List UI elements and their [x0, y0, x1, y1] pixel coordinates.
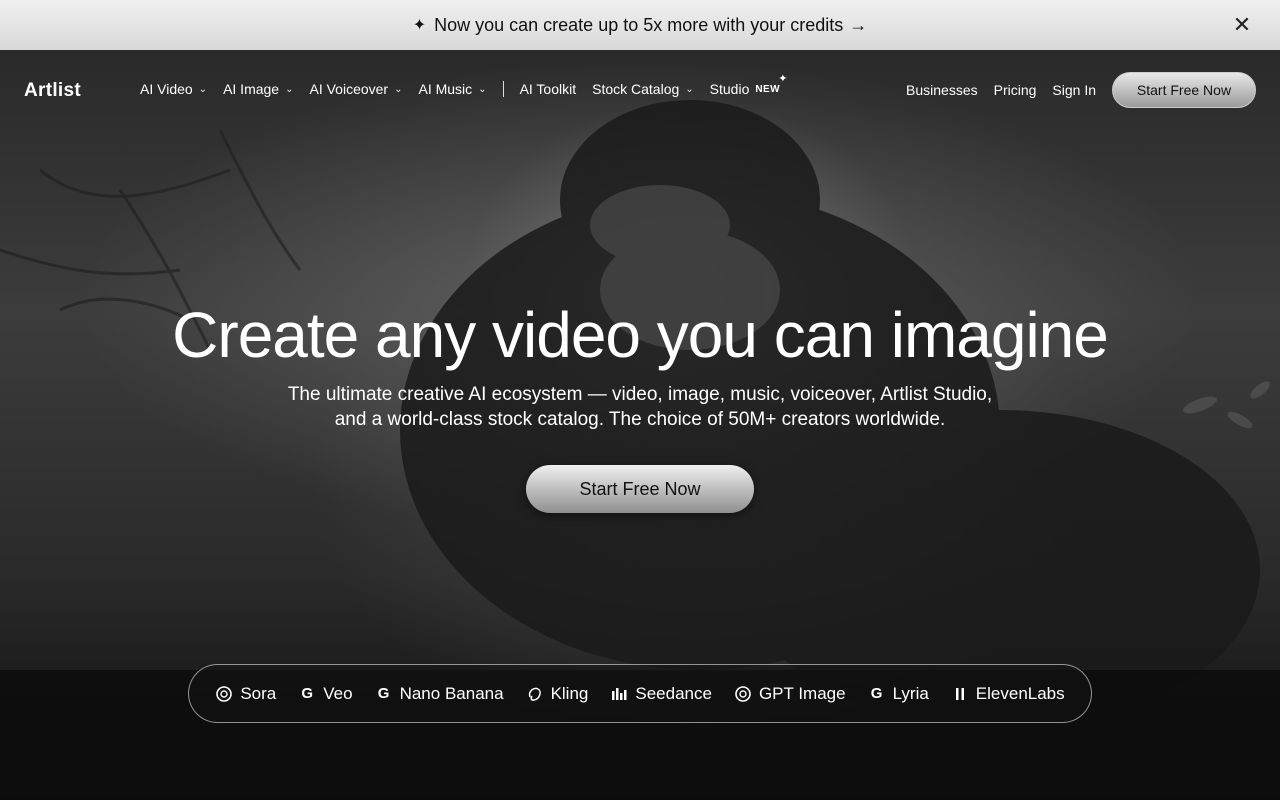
nav-item-ai-toolkit[interactable]: AI Toolkit — [520, 81, 577, 97]
nav-item-label: Studio — [709, 81, 750, 97]
new-badge: NEW ✦ — [755, 73, 787, 95]
nav-item-label: AI Music — [418, 81, 473, 97]
close-icon[interactable]: ✕ — [1230, 12, 1254, 37]
model-label: Kling — [550, 683, 589, 703]
chevron-down-icon: ⌄ — [394, 83, 403, 95]
openai-icon — [215, 685, 233, 703]
nav-item-stock-catalog[interactable]: Stock Catalog ⌄ — [592, 81, 694, 97]
ai-models-strip: Sora G Veo G Nano Banana Kling Seedance — [188, 664, 1092, 723]
openai-icon — [734, 685, 752, 703]
nav-item-label: Stock Catalog — [592, 81, 680, 97]
model-label: Seedance — [635, 683, 712, 703]
nav-item-ai-video[interactable]: AI Video ⌄ — [140, 81, 207, 97]
sign-in-link[interactable]: Sign In — [1052, 82, 1096, 98]
chevron-down-icon: ⌄ — [685, 83, 694, 95]
model-label: GPT Image — [758, 683, 846, 703]
arrow-right-icon: → — [849, 14, 868, 35]
hero-start-free-now-button[interactable]: Start Free Now — [526, 465, 754, 513]
chevron-down-icon: ⌄ — [285, 83, 294, 95]
google-icon: G — [377, 685, 390, 702]
hero-subtitle-line: The ultimate creative AI ecosystem — vid… — [287, 384, 993, 405]
sparkle-icon: ✦ — [412, 17, 427, 34]
sparkle-icon: ✦ — [778, 72, 788, 85]
start-free-now-button[interactable]: Start Free Now — [1112, 72, 1256, 108]
nav-item-label: AI Voiceover — [309, 81, 389, 97]
google-icon: G — [870, 685, 883, 702]
nav-item-label: AI Video — [140, 81, 193, 97]
model-label: Nano Banana — [399, 683, 504, 703]
artlist-logo[interactable]: Artlist — [24, 80, 81, 102]
model-veo[interactable]: G Veo — [298, 684, 352, 704]
model-label: Sora — [240, 683, 277, 703]
nav-item-label: AI Image — [223, 81, 280, 97]
google-icon: G — [301, 685, 314, 702]
nav-item-ai-music[interactable]: AI Music ⌄ — [418, 81, 486, 97]
new-badge-label: NEW — [755, 83, 780, 95]
model-elevenlabs[interactable]: ElevenLabs — [951, 684, 1065, 704]
model-seedance[interactable]: Seedance — [610, 684, 712, 704]
chevron-down-icon: ⌄ — [198, 83, 208, 95]
nav-divider — [502, 81, 504, 97]
announcement-text[interactable]: Now you can create up to 5x more with yo… — [434, 15, 843, 36]
top-navigation: Artlist AI Video ⌄ AI Image ⌄ AI Voiceov… — [0, 50, 1280, 130]
elevenlabs-icon — [951, 685, 969, 703]
hero-title: Create any video you can imagine — [172, 299, 1109, 371]
nav-item-ai-voiceover[interactable]: AI Voiceover ⌄ — [309, 81, 402, 97]
kling-icon — [526, 685, 544, 703]
model-lyria[interactable]: G Lyria — [868, 684, 929, 704]
model-sora[interactable]: Sora — [215, 684, 276, 704]
nav-links: AI Video ⌄ AI Image ⌄ AI Voiceover ⌄ AI … — [140, 73, 796, 98]
model-nano-banana[interactable]: G Nano Banana — [375, 684, 504, 704]
model-label: ElevenLabs — [975, 683, 1065, 703]
businesses-link[interactable]: Businesses — [906, 82, 978, 98]
nav-right: Businesses Pricing Sign In Start Free No… — [906, 72, 1256, 108]
hero-subtitle: The ultimate creative AI ecosystem — vid… — [240, 382, 1040, 432]
model-gpt-image[interactable]: GPT Image — [734, 684, 846, 704]
announcement-bar[interactable]: ✦ Now you can create up to 5x more with … — [0, 0, 1280, 50]
nav-item-label: AI Toolkit — [519, 81, 577, 97]
page: ✦ Now you can create up to 5x more with … — [0, 0, 1280, 800]
hero-subtitle-line: and a world-class stock catalog. The cho… — [334, 409, 946, 430]
pricing-link[interactable]: Pricing — [994, 82, 1037, 98]
model-kling[interactable]: Kling — [526, 683, 589, 704]
model-label: Lyria — [892, 683, 929, 703]
bars-icon — [610, 685, 628, 703]
nav-item-ai-image[interactable]: AI Image ⌄ — [223, 81, 293, 97]
nav-item-studio[interactable]: Studio NEW ✦ — [709, 73, 788, 98]
chevron-down-icon: ⌄ — [478, 83, 487, 95]
model-label: Veo — [323, 683, 353, 703]
